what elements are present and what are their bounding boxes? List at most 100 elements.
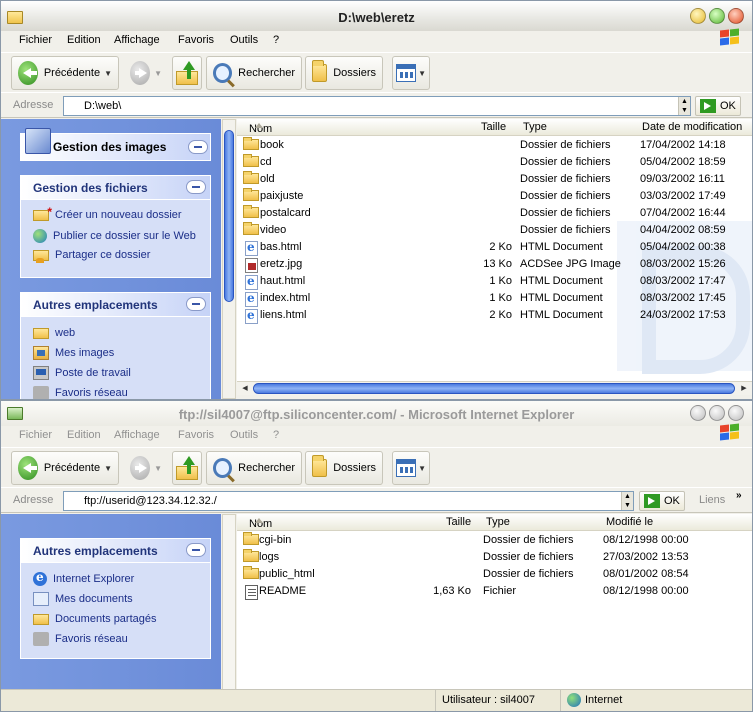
file-row[interactable]: eretz.jpg 13 Ko ACDSee JPG Image 08/03/2002… <box>237 256 752 273</box>
col-modified[interactable]: Modifié le <box>606 516 653 528</box>
address-dropdown-icon[interactable]: ▲ ▼ <box>621 492 633 510</box>
minimize-button[interactable] <box>690 8 706 24</box>
col-type[interactable]: Type <box>523 121 547 133</box>
image-tasks-title: Gestion des images <box>53 140 167 154</box>
collapse-icon[interactable] <box>188 140 208 154</box>
menu-fichier[interactable]: Fichier <box>19 34 52 46</box>
menu-affichage[interactable]: Affichage <box>114 34 160 46</box>
close-button[interactable] <box>728 8 744 24</box>
views-button[interactable]: ▼ <box>392 451 430 485</box>
collapse-icon[interactable] <box>186 180 206 194</box>
links-label[interactable]: Liens <box>699 494 725 506</box>
task-publish-web[interactable]: Publier ce dossier sur le Web <box>33 229 196 243</box>
address-dropdown-icon[interactable]: ▲ ▼ <box>678 97 690 115</box>
place-my-pictures[interactable]: Mes images <box>33 346 114 360</box>
minimize-button[interactable] <box>690 405 706 421</box>
chevron-down-icon[interactable]: ▼ <box>418 464 426 473</box>
task-new-folder[interactable]: Créer un nouveau dossier <box>33 205 182 221</box>
file-row[interactable]: book Dossier de fichiers 17/04/2002 14:18 <box>237 137 752 154</box>
up-folder-button[interactable] <box>172 56 202 90</box>
place-shared-documents[interactable]: Documents partagés <box>33 612 157 625</box>
address-input[interactable]: ftp://userid@123.34.12.32./ <box>63 491 634 511</box>
address-input[interactable]: D:\web\ <box>63 96 691 116</box>
up-folder-button[interactable] <box>172 451 202 485</box>
task-pane-scrollbar[interactable] <box>222 514 236 691</box>
collapse-icon[interactable] <box>186 543 206 557</box>
file-date: 05/04/2002 18:59 <box>640 156 726 168</box>
search-button[interactable]: Rechercher <box>206 56 302 90</box>
menu-fichier[interactable]: Fichier <box>19 429 52 441</box>
collapse-icon[interactable] <box>186 297 206 311</box>
back-button[interactable]: Précédente ▼ <box>11 56 119 90</box>
file-row[interactable]: index.html 1 Ko HTML Document 08/03/2002 17… <box>237 290 752 307</box>
scroll-thumb[interactable] <box>253 383 735 394</box>
task-pane-scrollbar[interactable] <box>222 119 236 399</box>
file-row[interactable]: haut.html 1 Ko HTML Document 08/03/2002 17:… <box>237 273 752 290</box>
menu-outils[interactable]: Outils <box>230 34 258 46</box>
folder-icon <box>243 222 259 235</box>
col-type[interactable]: Type <box>486 516 510 528</box>
menu-affichage[interactable]: Affichage <box>114 429 160 441</box>
place-web[interactable]: web <box>33 326 75 339</box>
window-title: D:\web\eretz <box>338 10 415 25</box>
go-button[interactable]: OK <box>695 96 741 116</box>
file-name: logs <box>259 551 280 563</box>
col-size[interactable]: Taille <box>446 516 471 528</box>
place-network[interactable]: Favoris réseau <box>33 632 128 646</box>
file-row[interactable]: README 1,63 Ko Fichier 08/12/1998 00:00 <box>237 583 752 600</box>
views-button[interactable]: ▼ <box>392 56 430 90</box>
file-row[interactable]: cd Dossier de fichiers 05/04/2002 18:59 <box>237 154 752 171</box>
task-share-folder[interactable]: Partager ce dossier <box>33 249 150 263</box>
links-expand-icon[interactable]: » <box>736 490 742 501</box>
folders-button[interactable]: Dossiers <box>305 451 383 485</box>
file-row[interactable]: cgi-bin Dossier de fichiers 08/12/1998 00:… <box>237 532 752 549</box>
file-name: haut.html <box>260 275 306 287</box>
title-bar[interactable]: D:\web\eretz <box>1 1 752 35</box>
back-button[interactable]: Précédente ▼ <box>11 451 119 485</box>
file-row[interactable]: bas.html 2 Ko HTML Document 05/04/2002 00:3… <box>237 239 752 256</box>
file-row[interactable]: liens.html 2 Ko HTML Document 24/03/2002 17… <box>237 307 752 324</box>
address-label: Adresse <box>13 99 54 111</box>
other-places-header[interactable]: Autres emplacements <box>21 293 210 317</box>
file-row[interactable]: public_html Dossier de fichiers 08/01/2002… <box>237 566 752 583</box>
horizontal-scrollbar[interactable]: ◀ ▶ <box>237 381 752 395</box>
col-modified[interactable]: Date de modification <box>642 121 742 133</box>
menu-help[interactable]: ? <box>273 429 279 441</box>
chevron-down-icon[interactable]: ▼ <box>154 464 162 473</box>
menu-favoris[interactable]: Favoris <box>178 429 214 441</box>
menu-outils[interactable]: Outils <box>230 429 258 441</box>
chevron-down-icon[interactable]: ▼ <box>154 69 162 78</box>
menu-help[interactable]: ? <box>273 34 279 46</box>
place-internet-explorer[interactable]: Internet Explorer <box>33 570 134 586</box>
go-button[interactable]: OK <box>639 491 685 511</box>
place-network[interactable]: Favoris réseau <box>33 386 128 399</box>
chevron-down-icon[interactable]: ▼ <box>104 464 112 473</box>
search-button[interactable]: Rechercher <box>206 451 302 485</box>
chevron-down-icon[interactable]: ▼ <box>418 69 426 78</box>
image-tasks-panel[interactable]: Gestion des images <box>20 128 211 161</box>
scroll-left-icon[interactable]: ◀ <box>239 383 251 395</box>
place-my-documents[interactable]: Mes documents <box>33 592 133 606</box>
file-row[interactable]: paixjuste Dossier de fichiers 03/03/2002 1… <box>237 188 752 205</box>
file-type: Dossier de fichiers <box>520 139 611 151</box>
forward-button[interactable]: ▼ <box>123 56 169 90</box>
maximize-button[interactable] <box>709 8 725 24</box>
maximize-button[interactable] <box>709 405 725 421</box>
scroll-right-icon[interactable]: ▶ <box>738 383 750 395</box>
other-places-header[interactable]: Autres emplacements <box>21 539 210 563</box>
file-tasks-header[interactable]: Gestion des fichiers <box>21 176 210 200</box>
folders-button[interactable]: Dossiers <box>305 56 383 90</box>
chevron-down-icon[interactable]: ▼ <box>104 69 112 78</box>
forward-button[interactable]: ▼ <box>123 451 169 485</box>
scroll-thumb[interactable] <box>224 130 234 302</box>
file-row[interactable]: video Dossier de fichiers 04/04/2002 08:59 <box>237 222 752 239</box>
file-row[interactable]: logs Dossier de fichiers 27/03/2002 13:53 <box>237 549 752 566</box>
menu-edition[interactable]: Edition <box>67 429 101 441</box>
close-button[interactable] <box>728 405 744 421</box>
menu-edition[interactable]: Edition <box>67 34 101 46</box>
file-row[interactable]: postalcard Dossier de fichiers 07/04/2002 … <box>237 205 752 222</box>
file-row[interactable]: old Dossier de fichiers 09/03/2002 16:11 <box>237 171 752 188</box>
col-size[interactable]: Taille <box>481 121 506 133</box>
menu-favoris[interactable]: Favoris <box>178 34 214 46</box>
place-my-computer[interactable]: Poste de travail <box>33 366 131 380</box>
